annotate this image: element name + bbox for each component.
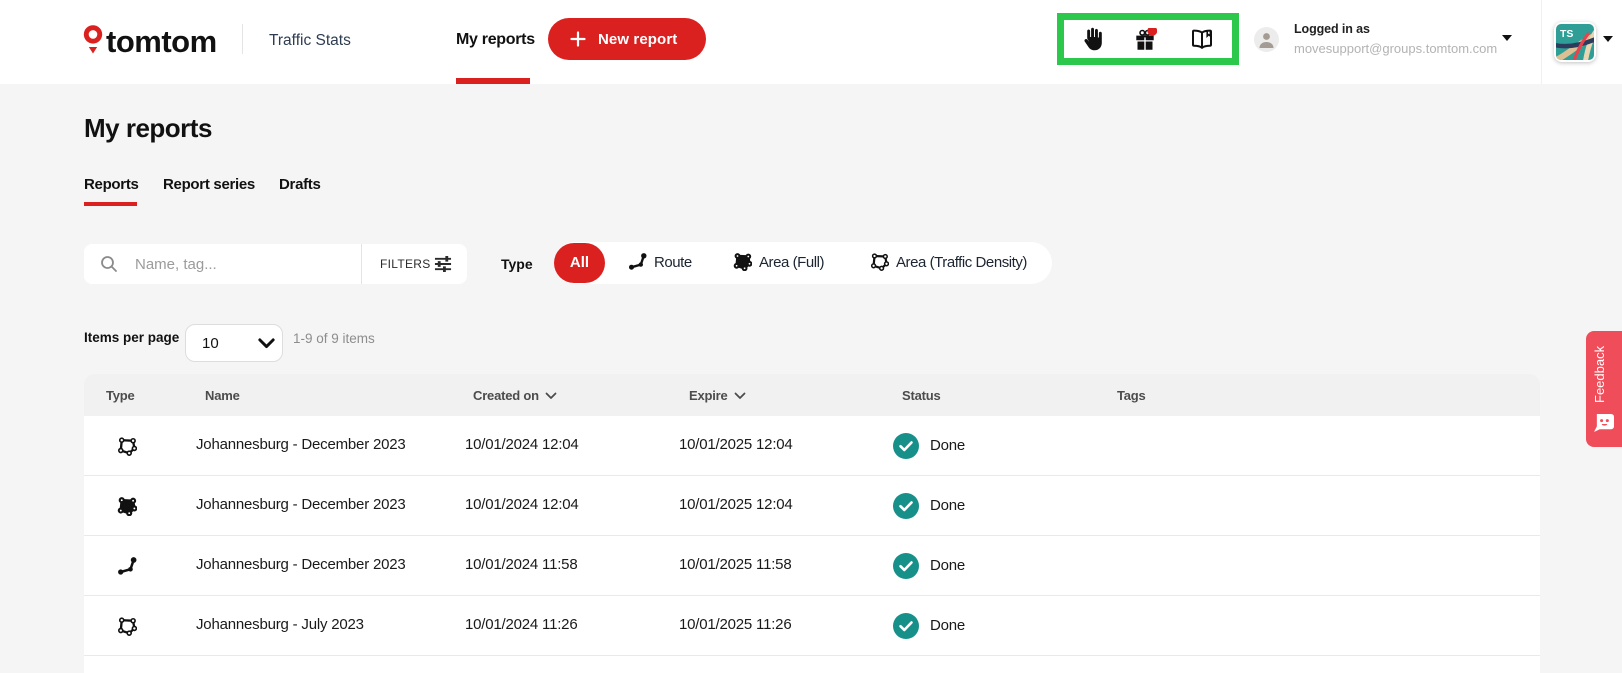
svg-text:TS: TS	[1560, 28, 1573, 40]
